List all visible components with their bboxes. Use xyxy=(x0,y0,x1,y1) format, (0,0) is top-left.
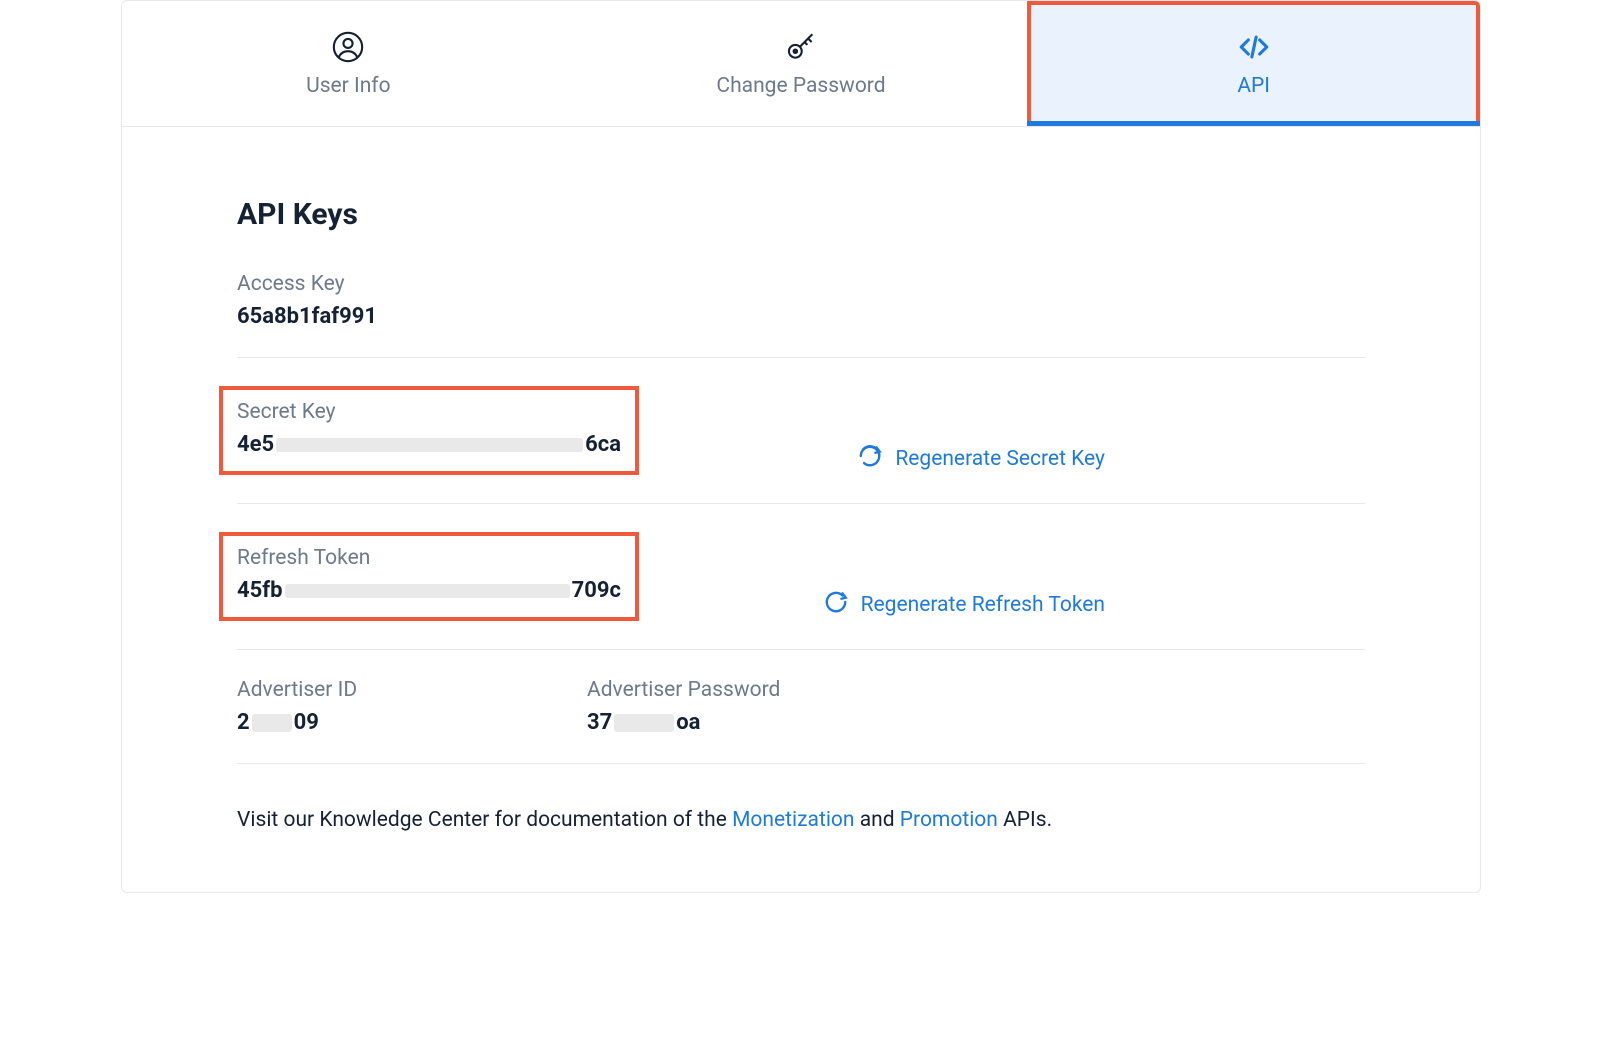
regenerate-refresh-token-label: Regenerate Refresh Token xyxy=(861,593,1105,617)
advertiser-credentials-section: Advertiser ID 2 09 Advertiser Password 3… xyxy=(237,678,1365,764)
regenerate-refresh-token-button[interactable]: Regenerate Refresh Token xyxy=(823,589,1105,621)
regenerate-secret-key-label: Regenerate Secret Key xyxy=(895,447,1105,471)
page-title: API Keys xyxy=(237,197,1365,232)
tab-api[interactable]: API xyxy=(1027,1,1480,126)
refresh-token-section: Refresh Token 45fb 709c Regenerate xyxy=(237,532,1365,650)
advertiser-id-label: Advertiser ID xyxy=(237,678,447,702)
tab-change-password[interactable]: Change Password xyxy=(575,1,1028,126)
advertiser-password-prefix: 37 xyxy=(587,710,612,735)
tab-label: Change Password xyxy=(716,74,885,98)
tab-user-info[interactable]: User Info xyxy=(122,1,575,126)
redacted-icon xyxy=(285,584,570,598)
code-icon xyxy=(1237,30,1271,64)
refresh-token-highlight-box: Refresh Token 45fb 709c xyxy=(219,532,639,621)
promotion-link[interactable]: Promotion xyxy=(900,808,998,832)
access-key-value: 65a8b1faf991 xyxy=(237,304,1365,329)
advertiser-id-block: Advertiser ID 2 09 xyxy=(237,678,447,735)
secret-key-highlight-box: Secret Key 4e5 6ca xyxy=(219,386,639,475)
footer-mid: and xyxy=(855,808,900,832)
advertiser-id-prefix: 2 xyxy=(237,710,250,735)
access-key-label: Access Key xyxy=(237,272,1365,296)
tab-label: API xyxy=(1237,74,1270,98)
secret-key-section: Secret Key 4e5 6ca xyxy=(237,386,1365,504)
redacted-icon xyxy=(252,714,292,732)
refresh-icon xyxy=(823,589,849,621)
advertiser-password-label: Advertiser Password xyxy=(587,678,797,702)
redacted-icon xyxy=(614,714,674,732)
api-keys-panel: API Keys Access Key 65a8b1faf991 Secret … xyxy=(122,127,1480,892)
advertiser-id-suffix: 09 xyxy=(294,710,319,735)
tab-label: User Info xyxy=(306,74,391,98)
refresh-token-suffix: 709c xyxy=(572,578,621,603)
user-icon xyxy=(331,30,365,64)
docs-footer: Visit our Knowledge Center for documenta… xyxy=(237,808,1365,832)
advertiser-password-suffix: oa xyxy=(676,710,700,735)
refresh-icon xyxy=(857,443,883,475)
footer-post: APIs. xyxy=(998,808,1052,832)
refresh-token-label: Refresh Token xyxy=(237,546,621,570)
secret-key-value: 4e5 6ca xyxy=(237,432,621,457)
secret-key-suffix: 6ca xyxy=(585,432,621,457)
advertiser-password-value: 37 oa xyxy=(587,710,797,735)
secret-key-prefix: 4e5 xyxy=(237,432,274,457)
monetization-link[interactable]: Monetization xyxy=(732,808,854,832)
key-icon xyxy=(784,30,818,64)
settings-window: User Info Change Password xyxy=(121,0,1481,893)
regenerate-secret-key-button[interactable]: Regenerate Secret Key xyxy=(857,443,1105,475)
redacted-icon xyxy=(276,438,583,452)
access-key-section: Access Key 65a8b1faf991 xyxy=(237,272,1365,358)
advertiser-id-value: 2 09 xyxy=(237,710,447,735)
secret-key-label: Secret Key xyxy=(237,400,621,424)
tabs-bar: User Info Change Password xyxy=(122,1,1480,127)
footer-pre: Visit our Knowledge Center for documenta… xyxy=(237,808,732,832)
advertiser-password-block: Advertiser Password 37 oa xyxy=(587,678,797,735)
refresh-token-prefix: 45fb xyxy=(237,578,283,603)
refresh-token-value: 45fb 709c xyxy=(237,578,621,603)
